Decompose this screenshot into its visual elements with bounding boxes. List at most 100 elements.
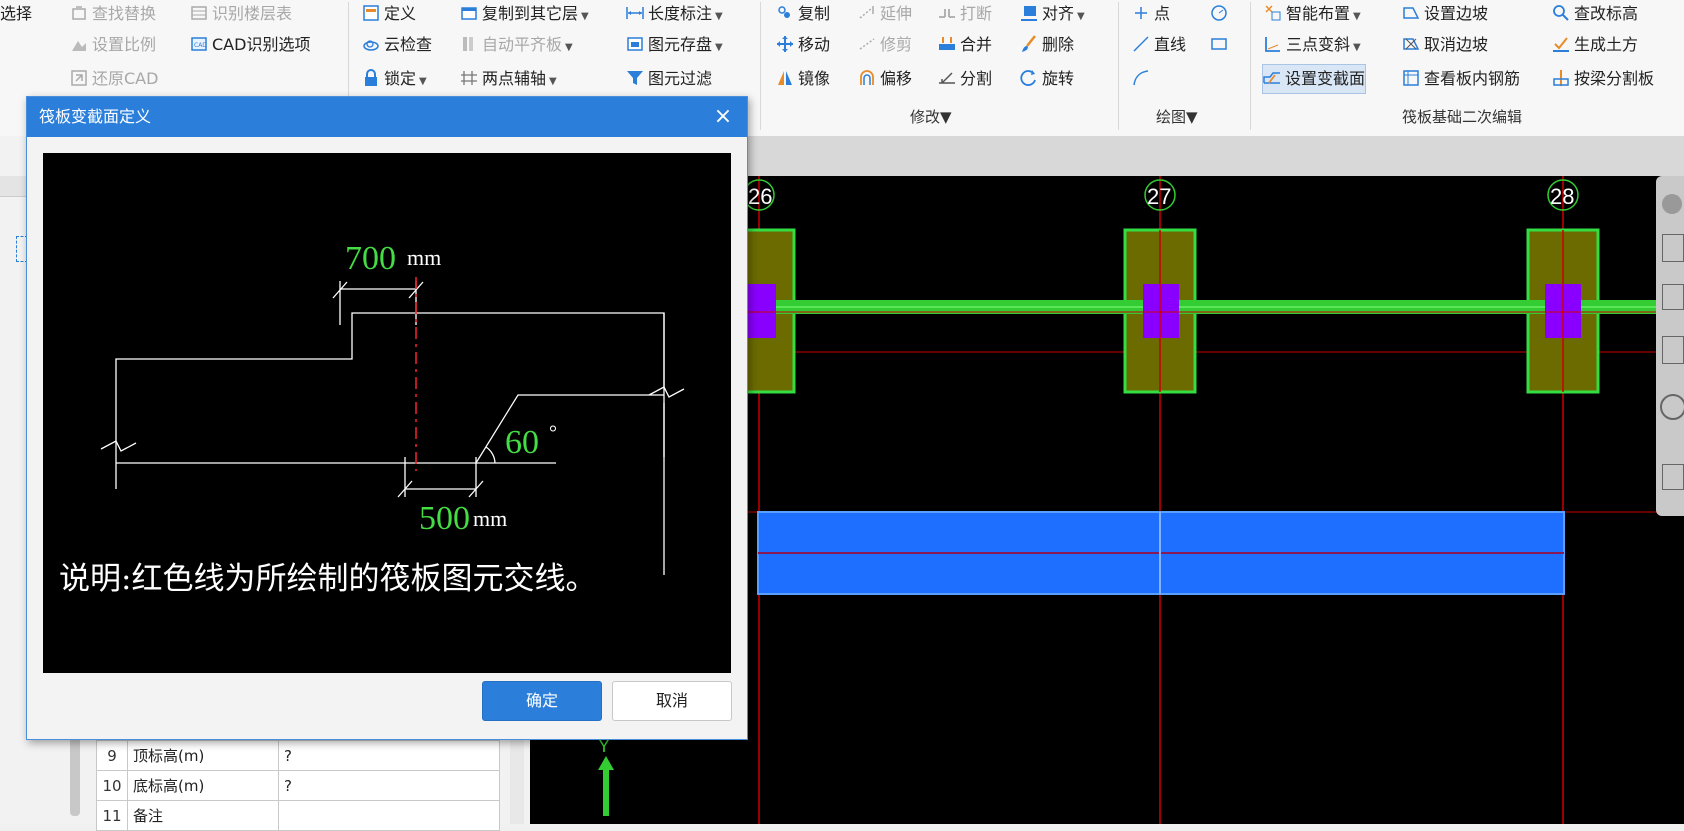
3d-view-icon[interactable]: [1662, 234, 1684, 262]
copy-label: 复制: [798, 4, 831, 23]
check-elevation-label: 查改标高: [1574, 4, 1639, 23]
delete-label: 删除: [1042, 35, 1075, 54]
layer-panel-icon[interactable]: [1662, 464, 1684, 490]
draw-point-button[interactable]: 点: [1132, 0, 1170, 28]
draw-group-dropdown-icon: ▼: [1186, 108, 1198, 126]
axis-label-28: 28: [1550, 184, 1574, 209]
trim-button[interactable]: 修剪: [858, 31, 912, 59]
draw-circle-button[interactable]: [1210, 0, 1232, 28]
delete-button[interactable]: 删除: [1020, 31, 1074, 59]
lock-button[interactable]: 锁定 ▼: [362, 65, 427, 93]
length-dimension-dropdown-icon: ▼: [715, 11, 723, 22]
draw-line-button[interactable]: 直线: [1132, 31, 1186, 59]
split-by-beam-label: 按梁分割板: [1574, 69, 1655, 88]
close-icon[interactable]: ×: [709, 103, 737, 131]
identify-floor-table-button[interactable]: 识别楼层表: [190, 0, 292, 28]
split-by-beam-button[interactable]: 按梁分割板: [1552, 65, 1654, 93]
check-elevation-button[interactable]: 查改标高: [1552, 0, 1638, 28]
draw-group-text: 绘图: [1156, 108, 1187, 126]
align-button[interactable]: 对齐 ▼: [1020, 0, 1085, 28]
top-view-icon[interactable]: [1662, 284, 1684, 310]
trim-label: 修剪: [880, 35, 913, 54]
select-button[interactable]: 选择: [0, 0, 32, 28]
element-filter-button[interactable]: 图元过滤: [626, 65, 712, 93]
break-button[interactable]: 打断: [938, 0, 992, 28]
table-row[interactable]: 11 备注: [96, 800, 500, 831]
generate-earthwork-label: 生成土方: [1574, 35, 1639, 54]
rotate-button[interactable]: 旋转: [1020, 65, 1074, 93]
cloud-check-label: 云检查: [384, 35, 433, 54]
mirror-button[interactable]: 镜像: [776, 65, 830, 93]
y-axis-arrowhead-icon: [598, 756, 614, 770]
view-slab-rebar-label: 查看板内钢筋: [1424, 69, 1521, 88]
two-point-axis-button[interactable]: 两点辅轴 ▼: [460, 65, 557, 93]
find-replace-icon: [72, 6, 86, 20]
draw-arc-button[interactable]: [1132, 65, 1154, 93]
cube-view-icon[interactable]: [1662, 336, 1684, 364]
copy-button[interactable]: 复制: [776, 0, 830, 28]
auto-flush-slab-button[interactable]: 自动平齐板 ▼: [460, 31, 573, 59]
copy-to-other-floor-label: 复制到其它层: [482, 4, 579, 23]
angle-unit: °: [549, 422, 557, 444]
find-replace-button[interactable]: 查找替换: [70, 0, 156, 28]
restore-cad-button[interactable]: 还原CAD: [70, 65, 158, 93]
slab-outline: [100, 281, 685, 575]
move-button[interactable]: 移动: [776, 31, 830, 59]
element-save-label: 图元存盘: [648, 35, 713, 54]
cancel-slope-button[interactable]: 取消边坡: [1402, 31, 1488, 59]
table-row[interactable]: 9 顶标高(m) ?: [96, 740, 500, 771]
generate-earthwork-button[interactable]: 生成土方: [1552, 31, 1638, 59]
lock-dropdown-icon: ▼: [419, 76, 427, 87]
modify-group-label[interactable]: 修改▼: [910, 106, 952, 128]
set-variable-section-button[interactable]: 设置变截面: [1262, 64, 1367, 94]
three-point-slope-button[interactable]: 三点变斜 ▼: [1264, 31, 1361, 59]
draw-rectangle-button[interactable]: [1210, 31, 1232, 59]
split-button[interactable]: 分割: [938, 65, 992, 93]
set-slope-button[interactable]: 设置边坡: [1402, 0, 1488, 28]
set-scale-button[interactable]: 设置比例: [70, 31, 156, 59]
move-label: 移动: [798, 35, 831, 54]
merge-button[interactable]: 合并: [938, 31, 992, 59]
cad-identify-options-label: CAD识别选项: [212, 35, 311, 54]
dialog-titlebar[interactable]: 筏板变截面定义 ×: [27, 97, 747, 137]
break-icon: [939, 9, 955, 18]
property-value[interactable]: [278, 800, 500, 831]
cad-identify-options-button[interactable]: CAD CAD识别选项: [190, 31, 310, 59]
column[interactable]: [1143, 284, 1179, 338]
rotate-icon: [1020, 70, 1036, 86]
row-index: 11: [96, 800, 128, 831]
restore-cad-label: 还原CAD: [92, 69, 159, 88]
filter-icon: [627, 71, 643, 85]
copy-to-other-floor-button[interactable]: 复制到其它层 ▼: [460, 0, 589, 28]
length-dimension-button[interactable]: 长度标注 ▼: [626, 0, 723, 28]
restore-cad-icon: [71, 70, 87, 86]
generate-earthwork-icon: [1553, 37, 1569, 52]
extend-label: 延伸: [880, 4, 913, 23]
ok-button[interactable]: 确定: [482, 681, 602, 721]
property-value[interactable]: ?: [278, 740, 500, 771]
extend-button[interactable]: 延伸: [858, 0, 912, 28]
cancel-button[interactable]: 取消: [612, 681, 732, 721]
raft-edit-group-text: 筏板基础二次编辑: [1402, 108, 1523, 126]
align-label: 对齐: [1042, 4, 1075, 23]
draw-group-label[interactable]: 绘图▼: [1156, 106, 1198, 128]
row-index: 10: [96, 770, 128, 801]
view-slab-rebar-button[interactable]: 查看板内钢筋: [1402, 65, 1520, 93]
auto-flush-icon: [463, 37, 473, 51]
section-diagram-svg: 700 mm 60 ° 500 mm 说明:红色线为所绘制的筏板图元交线。: [59, 240, 685, 597]
orbit-icon[interactable]: [1662, 194, 1682, 214]
check-elevation-icon: [1553, 5, 1569, 21]
smart-layout-button[interactable]: 智能布置 ▼: [1264, 0, 1361, 28]
two-point-axis-icon: [461, 71, 477, 85]
property-value[interactable]: ?: [278, 770, 500, 801]
section-diagram: 700 mm 60 ° 500 mm 说明:红色线为所绘制的筏板图元交线。: [43, 153, 731, 673]
element-save-button[interactable]: 图元存盘 ▼: [626, 31, 723, 59]
zoom-circle-icon[interactable]: [1660, 394, 1684, 420]
offset-label: 偏移: [880, 69, 913, 88]
offset-button[interactable]: 偏移: [858, 65, 912, 93]
copy-icon: [778, 6, 790, 18]
table-row[interactable]: 10 底标高(m) ?: [96, 770, 500, 801]
cloud-check-button[interactable]: 云检查: [362, 31, 432, 59]
define-button[interactable]: 定义: [362, 0, 416, 28]
view-side-toolbar[interactable]: [1656, 176, 1684, 516]
